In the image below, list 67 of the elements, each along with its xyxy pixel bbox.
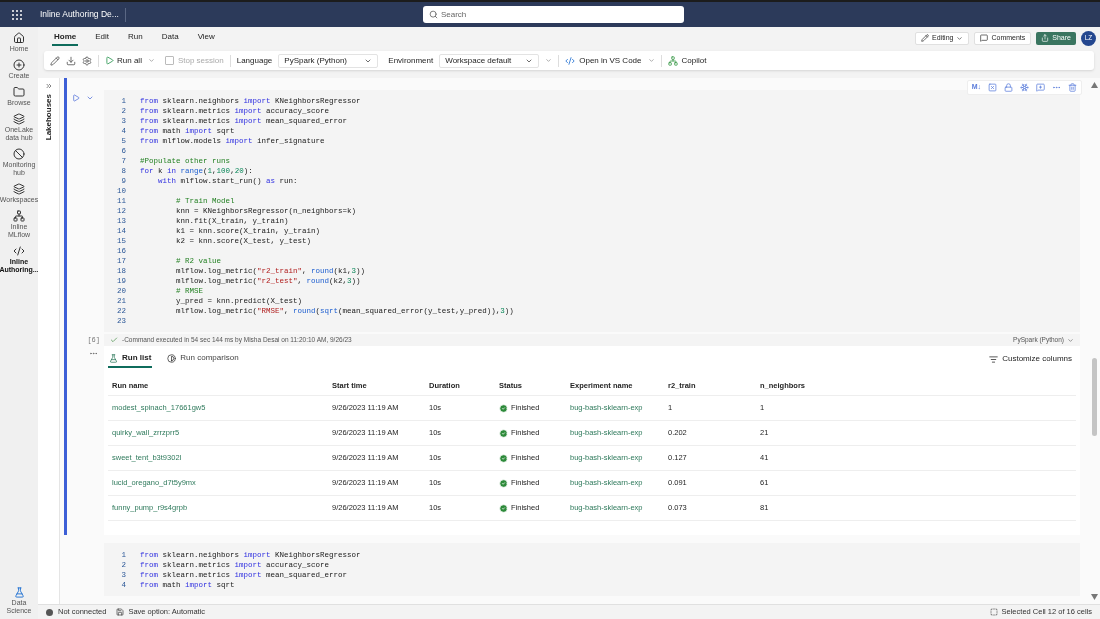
- lakehouses-label[interactable]: Lakehouses: [42, 94, 55, 141]
- ribbon-tab[interactable]: Home: [52, 30, 79, 46]
- more-icon[interactable]: [1052, 83, 1061, 92]
- half-circle-icon: [167, 353, 177, 363]
- pencil-icon: [921, 34, 930, 42]
- output-tab[interactable]: Run comparison: [166, 350, 240, 368]
- stop-icon: [164, 56, 174, 65]
- nodes-icon: [13, 210, 25, 222]
- more-icon[interactable]: [89, 349, 98, 358]
- collapse-icon[interactable]: [86, 94, 94, 102]
- expand-icon[interactable]: [44, 82, 53, 90]
- app-title: Inline Authoring De...: [40, 8, 119, 21]
- filter-icon: [989, 354, 999, 364]
- ribbon-tab[interactable]: Edit: [93, 30, 112, 46]
- environment-label: Environment: [388, 54, 434, 67]
- app-launcher-icon[interactable]: [12, 9, 22, 20]
- layers-icon: [13, 113, 25, 125]
- run-all-button[interactable]: Run all: [105, 54, 142, 67]
- plus-circle-icon: [13, 59, 25, 71]
- close-output-icon[interactable]: [988, 83, 997, 92]
- caret-icon[interactable]: [147, 57, 155, 64]
- language-dropdown[interactable]: PySpark (Python): [278, 53, 379, 68]
- lock-icon[interactable]: [1004, 83, 1013, 92]
- caret-icon: [956, 34, 964, 42]
- success-icon: [499, 428, 508, 438]
- stack-icon: [13, 183, 25, 195]
- play-icon: [105, 56, 114, 65]
- edit-notebook-icon[interactable]: [50, 55, 60, 66]
- run-cell-icon[interactable]: [72, 94, 80, 102]
- caret-icon[interactable]: [647, 57, 655, 64]
- comment-icon: [980, 34, 989, 42]
- caret-icon[interactable]: [545, 57, 553, 64]
- selection-icon: [989, 608, 998, 616]
- settings-icon[interactable]: [82, 55, 92, 66]
- copilot-button[interactable]: Copilot: [667, 54, 707, 67]
- ribbon-tab[interactable]: Run: [126, 30, 145, 46]
- scroll-down-icon[interactable]: [1090, 594, 1098, 600]
- share-icon: [1041, 34, 1050, 42]
- download-icon[interactable]: [66, 55, 76, 66]
- customize-columns-button[interactable]: Customize columns: [989, 353, 1072, 365]
- search-icon: [428, 10, 438, 19]
- flask-icon: [13, 587, 25, 598]
- save-icon: [116, 608, 125, 616]
- code-icon: [565, 55, 576, 66]
- scroll-up-icon[interactable]: [1090, 82, 1098, 88]
- open-vscode-button[interactable]: Open in VS Code: [565, 54, 642, 67]
- success-icon: [499, 478, 508, 488]
- check-icon: [110, 336, 118, 344]
- copilot-icon: [667, 55, 678, 66]
- comment-icon[interactable]: [1036, 83, 1045, 92]
- freeze-icon[interactable]: [1020, 83, 1029, 92]
- success-icon: [499, 403, 508, 413]
- folder-icon: [13, 86, 25, 98]
- success-icon: [499, 453, 508, 463]
- home-icon: [13, 32, 25, 44]
- language-label: Language: [236, 54, 273, 67]
- caret-icon: [1067, 336, 1074, 344]
- output-tab[interactable]: Run list: [108, 350, 153, 368]
- ribbon-tab[interactable]: Data: [159, 30, 181, 46]
- success-icon: [499, 503, 508, 513]
- environment-dropdown[interactable]: Workspace default: [439, 53, 540, 68]
- ribbon-tab[interactable]: View: [195, 30, 217, 46]
- flask-icon: [109, 353, 118, 363]
- code-cell[interactable]: [104, 90, 1080, 332]
- code-icon: [13, 245, 25, 257]
- search-field[interactable]: Search: [422, 6, 684, 23]
- delete-icon[interactable]: [1068, 83, 1077, 92]
